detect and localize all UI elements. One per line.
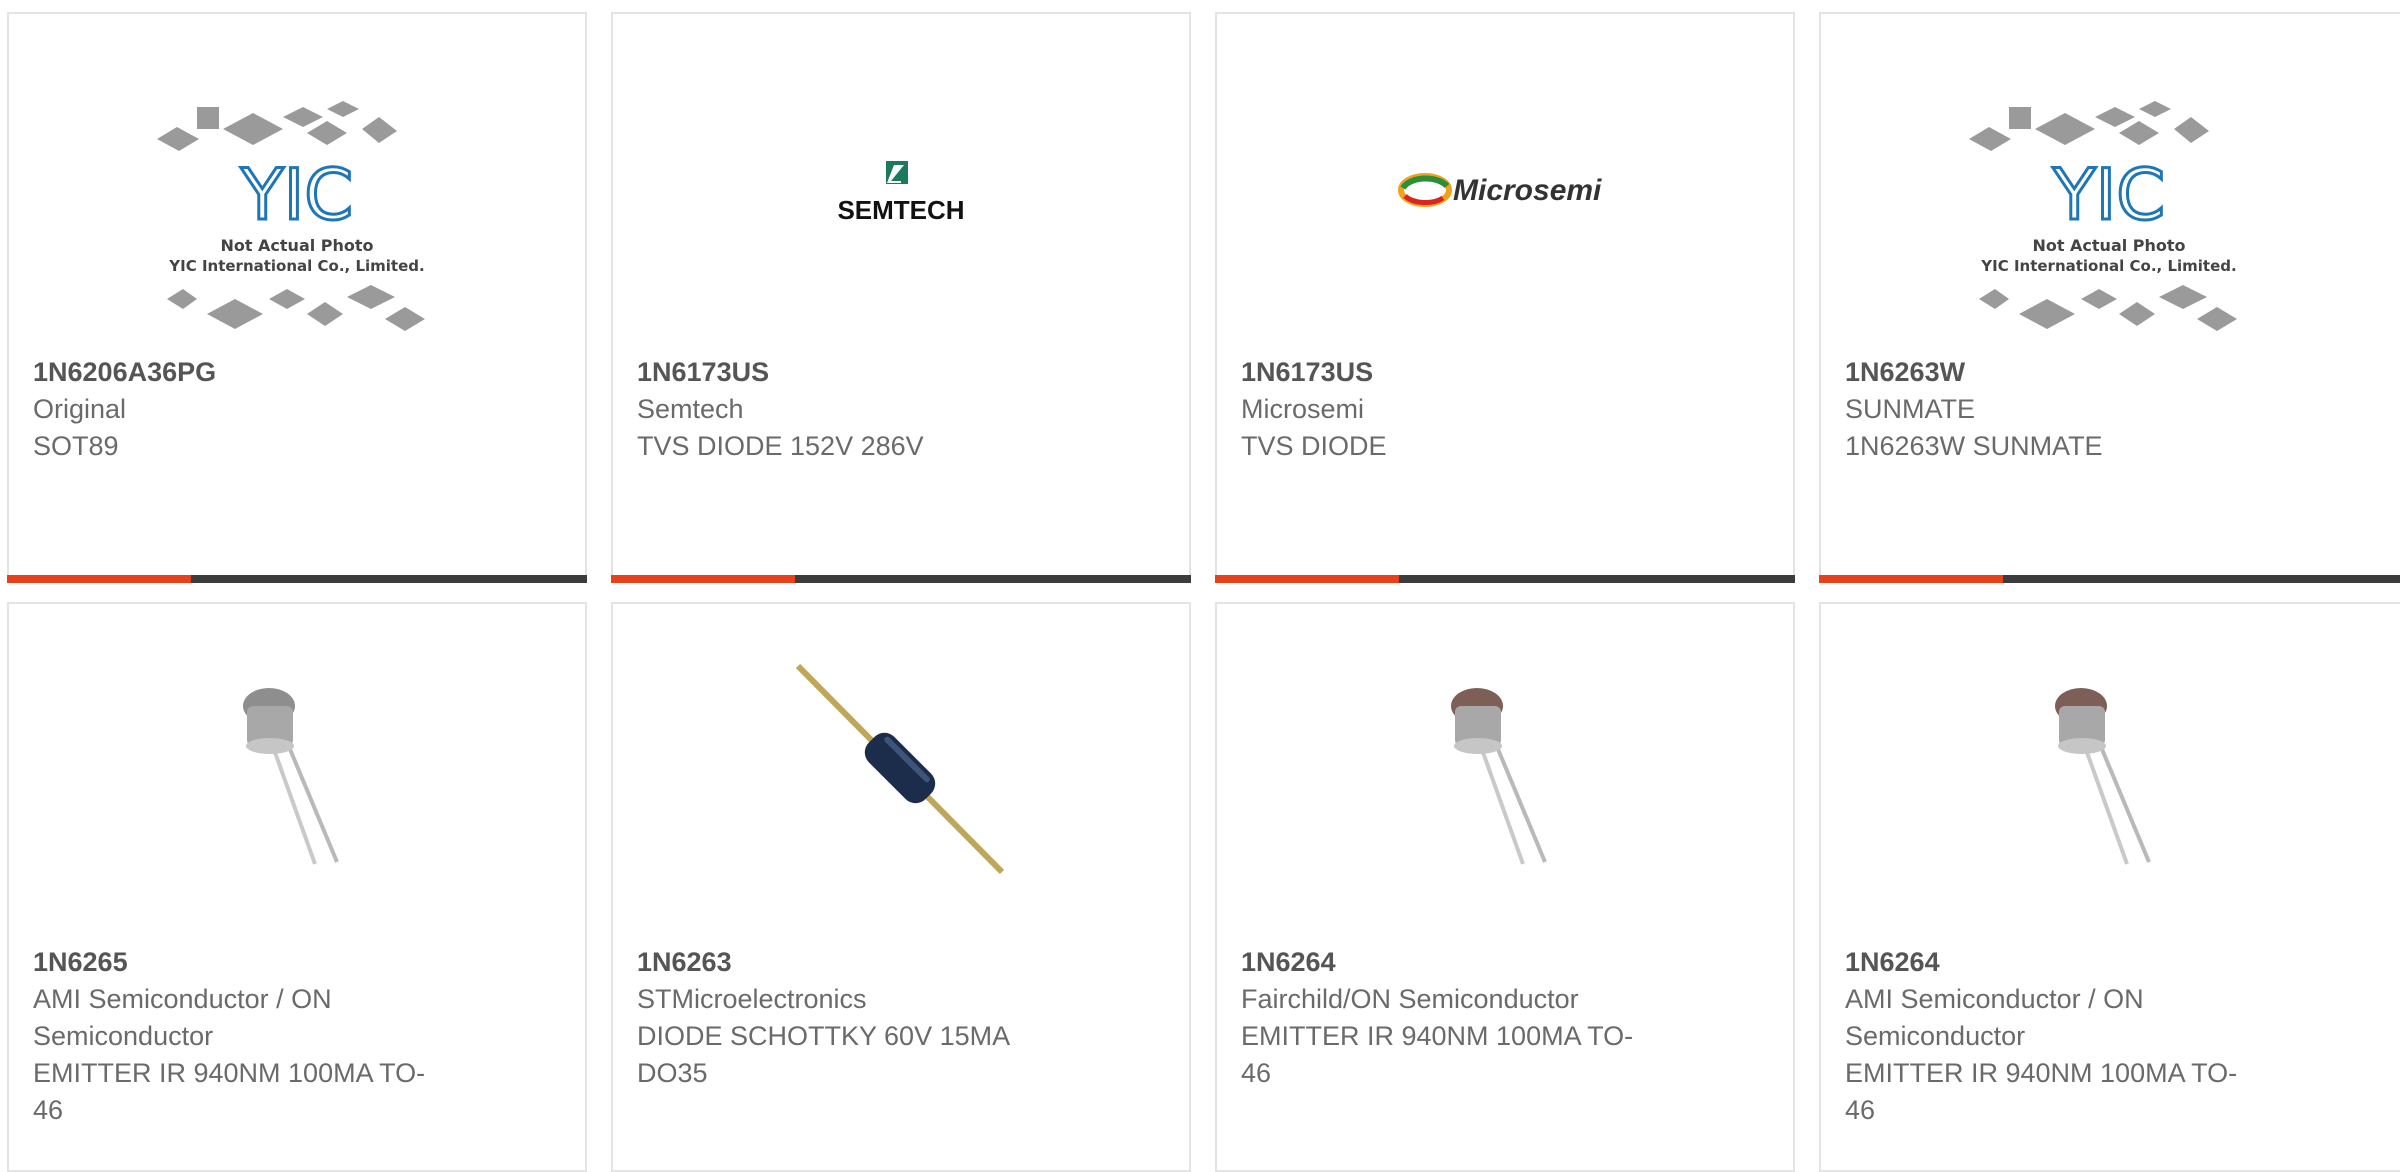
product-card[interactable]: SEMTECH 1N6173US Semtech TVS DIODE 152V …: [611, 12, 1191, 583]
product-image-placeholder: YIC Not Actual Photo YIC International C…: [1821, 101, 2397, 334]
card-footer-bar: [611, 575, 1191, 583]
manufacturer: Fairchild/ON Semiconductor: [1241, 984, 1579, 1014]
manufacturer-cont: Semiconductor: [1845, 1021, 2026, 1051]
led-emitter-image: [9, 672, 585, 872]
description-cont: 46: [33, 1095, 64, 1125]
description-cont: DO35: [637, 1058, 708, 1088]
description: TVS DIODE 152V 286V: [637, 431, 924, 461]
microsemi-logo-icon: Microsemi: [1217, 74, 1793, 304]
product-info: 1N6263W SUNMATE 1N6263W SUNMATE: [1845, 354, 2310, 465]
description-cont: 46: [1241, 1058, 1272, 1088]
product-card[interactable]: YIC Not Actual Photo YIC International C…: [1819, 12, 2400, 583]
description: SOT89: [33, 431, 119, 461]
card-footer-bar: [1819, 575, 2400, 583]
product-card[interactable]: 1N6263 STMicroelectronics DIODE SCHOTTKY…: [611, 602, 1191, 1172]
svg-text:YIC International Co., Limited: YIC International Co., Limited.: [1980, 257, 2236, 275]
manufacturer: Original: [33, 394, 127, 424]
product-grid: YIC Not Actual Photo YIC International C…: [0, 0, 2400, 1172]
manufacturer: Microsemi: [1241, 394, 1365, 424]
product-image-placeholder: YIC Not Actual Photo YIC International C…: [9, 101, 585, 334]
product-info: 1N6264 Fairchild/ON Semiconductor EMITTE…: [1241, 944, 1703, 1092]
description: DIODE SCHOTTKY 60V 15MA: [637, 1021, 1011, 1051]
svg-text:Not Actual Photo: Not Actual Photo: [220, 236, 373, 255]
part-number[interactable]: 1N6263: [637, 944, 1099, 981]
product-info: 1N6265 AMI Semiconductor / ON Semiconduc…: [33, 944, 495, 1129]
part-number[interactable]: 1N6265: [33, 944, 495, 981]
part-number[interactable]: 1N6264: [1845, 944, 2310, 981]
description: EMITTER IR 940NM 100MA TO-: [1241, 1021, 1634, 1051]
svg-text:Not Actual Photo: Not Actual Photo: [2032, 236, 2185, 255]
svg-text:Microsemi: Microsemi: [1453, 174, 1602, 207]
led-emitter-image: [1821, 672, 2397, 872]
product-info: 1N6264 AMI Semiconductor / ON Semiconduc…: [1845, 944, 2310, 1129]
product-card[interactable]: 1N6265 AMI Semiconductor / ON Semiconduc…: [7, 602, 587, 1172]
part-number[interactable]: 1N6173US: [1241, 354, 1703, 391]
product-card[interactable]: Microsemi 1N6173US Microsemi TVS DIODE: [1215, 12, 1795, 583]
card-footer-bar: [7, 575, 587, 583]
product-info: 1N6206A36PG Original SOT89: [33, 354, 495, 465]
semtech-logo-icon: SEMTECH: [613, 84, 1189, 314]
manufacturer: AMI Semiconductor / ON: [33, 984, 332, 1014]
manufacturer-cont: Semiconductor: [33, 1021, 214, 1051]
product-card[interactable]: 1N6264 Fairchild/ON Semiconductor EMITTE…: [1215, 602, 1795, 1172]
description: EMITTER IR 940NM 100MA TO-: [1845, 1058, 2238, 1088]
product-info: 1N6263 STMicroelectronics DIODE SCHOTTKY…: [637, 944, 1099, 1092]
product-card[interactable]: 1N6264 AMI Semiconductor / ON Semiconduc…: [1819, 602, 2400, 1172]
yic-logo-icon: YIC: [240, 154, 353, 236]
manufacturer: SUNMATE: [1845, 394, 1976, 424]
product-info: 1N6173US Microsemi TVS DIODE: [1241, 354, 1703, 465]
description: TVS DIODE: [1241, 431, 1387, 461]
svg-text:YIC International Co., Limited: YIC International Co., Limited.: [168, 257, 424, 275]
description: EMITTER IR 940NM 100MA TO-: [33, 1058, 426, 1088]
product-card[interactable]: YIC Not Actual Photo YIC International C…: [7, 12, 587, 583]
manufacturer: AMI Semiconductor / ON: [1845, 984, 2144, 1014]
part-number[interactable]: 1N6263W: [1845, 354, 2310, 391]
manufacturer: Semtech: [637, 394, 744, 424]
svg-text:SEMTECH: SEMTECH: [837, 195, 964, 225]
description: 1N6263W SUNMATE: [1845, 431, 2103, 461]
led-emitter-image: [1217, 672, 1793, 872]
part-number[interactable]: 1N6173US: [637, 354, 1099, 391]
yic-logo-icon: YIC: [2052, 154, 2165, 236]
card-footer-bar: [1215, 575, 1795, 583]
manufacturer: STMicroelectronics: [637, 984, 867, 1014]
axial-diode-image: [613, 664, 1189, 874]
part-number[interactable]: 1N6264: [1241, 944, 1703, 981]
description-cont: 46: [1845, 1095, 1876, 1125]
part-number[interactable]: 1N6206A36PG: [33, 354, 495, 391]
product-info: 1N6173US Semtech TVS DIODE 152V 286V: [637, 354, 1099, 465]
